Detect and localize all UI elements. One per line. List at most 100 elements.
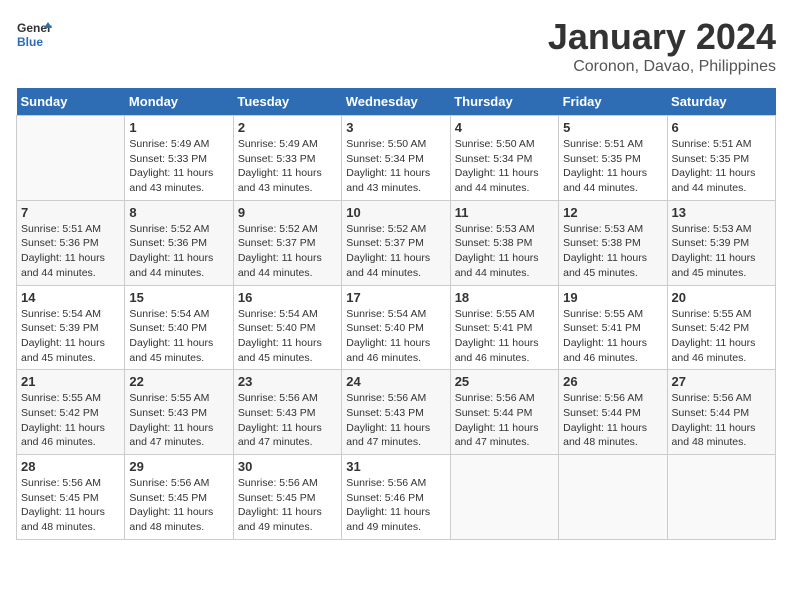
day-info: Sunrise: 5:55 AMSunset: 5:41 PMDaylight:… xyxy=(563,307,662,366)
calendar-cell: 31 Sunrise: 5:56 AMSunset: 5:46 PMDayligh… xyxy=(342,455,450,540)
calendar-cell: 5Sunrise: 5:51 AMSunset: 5:35 PMDaylight… xyxy=(559,116,667,201)
day-number: 26 xyxy=(563,374,662,389)
day-number: 9 xyxy=(238,205,337,220)
calendar-cell: 2 Sunrise: 5:49 AMSunset: 5:33 PMDaylight… xyxy=(233,116,341,201)
calendar-cell: 19Sunrise: 5:55 AMSunset: 5:41 PMDayligh… xyxy=(559,285,667,370)
day-number: 27 xyxy=(672,374,771,389)
calendar-cell: 4 Sunrise: 5:50 AMSunset: 5:34 PMDaylight… xyxy=(450,116,558,201)
day-header-sunday: Sunday xyxy=(17,88,125,116)
calendar-cell xyxy=(667,455,775,540)
day-info: Sunrise: 5:56 AMSunset: 5:44 PMDaylight:… xyxy=(672,391,771,450)
day-info: Sunrise: 5:55 AMSunset: 5:42 PMDaylight:… xyxy=(672,307,771,366)
calendar-cell: 9Sunrise: 5:52 AMSunset: 5:37 PMDaylight… xyxy=(233,200,341,285)
day-info: Sunrise: 5:54 AMSunset: 5:40 PMDaylight:… xyxy=(238,307,337,366)
day-number: 10 xyxy=(346,205,445,220)
day-number: 25 xyxy=(455,374,554,389)
calendar-cell: 21 Sunrise: 5:55 AMSunset: 5:42 PMDayligh… xyxy=(17,370,125,455)
day-number: 31 xyxy=(346,459,445,474)
calendar-cell: 14Sunrise: 5:54 AMSunset: 5:39 PMDayligh… xyxy=(17,285,125,370)
day-number: 13 xyxy=(672,205,771,220)
calendar-cell: 20 Sunrise: 5:55 AMSunset: 5:42 PMDayligh… xyxy=(667,285,775,370)
day-info: Sunrise: 5:53 AMSunset: 5:38 PMDaylight:… xyxy=(455,222,554,281)
calendar-cell: 3 Sunrise: 5:50 AMSunset: 5:34 PMDaylight… xyxy=(342,116,450,201)
calendar-cell: 25 Sunrise: 5:56 AMSunset: 5:44 PMDayligh… xyxy=(450,370,558,455)
day-info: Sunrise: 5:56 AMSunset: 5:44 PMDaylight:… xyxy=(455,391,554,450)
day-number: 4 xyxy=(455,120,554,135)
day-info: Sunrise: 5:53 AMSunset: 5:39 PMDaylight:… xyxy=(672,222,771,281)
day-info: Sunrise: 5:56 AMSunset: 5:46 PMDaylight:… xyxy=(346,476,445,535)
day-header-friday: Friday xyxy=(559,88,667,116)
day-info: Sunrise: 5:55 AMSunset: 5:43 PMDaylight:… xyxy=(129,391,228,450)
day-info: Sunrise: 5:53 AMSunset: 5:38 PMDaylight:… xyxy=(563,222,662,281)
logo-svg: General Blue xyxy=(16,16,52,52)
calendar-cell: 18Sunrise: 5:55 AMSunset: 5:41 PMDayligh… xyxy=(450,285,558,370)
day-info: Sunrise: 5:54 AMSunset: 5:40 PMDaylight:… xyxy=(346,307,445,366)
calendar-cell: 12 Sunrise: 5:53 AMSunset: 5:38 PMDayligh… xyxy=(559,200,667,285)
day-number: 15 xyxy=(129,290,228,305)
day-number: 29 xyxy=(129,459,228,474)
day-number: 21 xyxy=(21,374,120,389)
day-number: 1 xyxy=(129,120,228,135)
day-number: 7 xyxy=(21,205,120,220)
day-info: Sunrise: 5:49 AMSunset: 5:33 PMDaylight:… xyxy=(129,137,228,196)
calendar-cell: 6 Sunrise: 5:51 AMSunset: 5:35 PMDaylight… xyxy=(667,116,775,201)
header-row: SundayMondayTuesdayWednesdayThursdayFrid… xyxy=(17,88,776,116)
calendar-cell: 26Sunrise: 5:56 AMSunset: 5:44 PMDayligh… xyxy=(559,370,667,455)
calendar-cell: 29 Sunrise: 5:56 AMSunset: 5:45 PMDayligh… xyxy=(125,455,233,540)
title-area: January 2024 Coronon, Davao, Philippines xyxy=(548,16,776,76)
calendar-cell: 8 Sunrise: 5:52 AMSunset: 5:36 PMDaylight… xyxy=(125,200,233,285)
week-row-1: 1 Sunrise: 5:49 AMSunset: 5:33 PMDaylight… xyxy=(17,116,776,201)
day-info: Sunrise: 5:50 AMSunset: 5:34 PMDaylight:… xyxy=(346,137,445,196)
day-info: Sunrise: 5:55 AMSunset: 5:42 PMDaylight:… xyxy=(21,391,120,450)
day-number: 22 xyxy=(129,374,228,389)
week-row-4: 21 Sunrise: 5:55 AMSunset: 5:42 PMDayligh… xyxy=(17,370,776,455)
week-row-2: 7 Sunrise: 5:51 AMSunset: 5:36 PMDaylight… xyxy=(17,200,776,285)
day-number: 2 xyxy=(238,120,337,135)
day-info: Sunrise: 5:51 AMSunset: 5:35 PMDaylight:… xyxy=(563,137,662,196)
calendar-cell: 28Sunrise: 5:56 AMSunset: 5:45 PMDayligh… xyxy=(17,455,125,540)
main-title: January 2024 xyxy=(548,16,776,58)
day-number: 3 xyxy=(346,120,445,135)
day-number: 17 xyxy=(346,290,445,305)
day-number: 8 xyxy=(129,205,228,220)
day-info: Sunrise: 5:56 AMSunset: 5:43 PMDaylight:… xyxy=(238,391,337,450)
day-info: Sunrise: 5:49 AMSunset: 5:33 PMDaylight:… xyxy=(238,137,337,196)
logo: General Blue xyxy=(16,16,52,52)
day-info: Sunrise: 5:56 AMSunset: 5:45 PMDaylight:… xyxy=(129,476,228,535)
week-row-3: 14Sunrise: 5:54 AMSunset: 5:39 PMDayligh… xyxy=(17,285,776,370)
day-info: Sunrise: 5:54 AMSunset: 5:39 PMDaylight:… xyxy=(21,307,120,366)
calendar-cell: 22 Sunrise: 5:55 AMSunset: 5:43 PMDayligh… xyxy=(125,370,233,455)
day-info: Sunrise: 5:52 AMSunset: 5:36 PMDaylight:… xyxy=(129,222,228,281)
calendar-cell: 17 Sunrise: 5:54 AMSunset: 5:40 PMDayligh… xyxy=(342,285,450,370)
day-info: Sunrise: 5:56 AMSunset: 5:45 PMDaylight:… xyxy=(21,476,120,535)
calendar-cell: 30 Sunrise: 5:56 AMSunset: 5:45 PMDayligh… xyxy=(233,455,341,540)
calendar-cell: 23 Sunrise: 5:56 AMSunset: 5:43 PMDayligh… xyxy=(233,370,341,455)
day-number: 6 xyxy=(672,120,771,135)
calendar-table: SundayMondayTuesdayWednesdayThursdayFrid… xyxy=(16,88,776,540)
day-info: Sunrise: 5:52 AMSunset: 5:37 PMDaylight:… xyxy=(346,222,445,281)
day-number: 20 xyxy=(672,290,771,305)
day-number: 24 xyxy=(346,374,445,389)
day-header-saturday: Saturday xyxy=(667,88,775,116)
day-info: Sunrise: 5:51 AMSunset: 5:35 PMDaylight:… xyxy=(672,137,771,196)
day-info: Sunrise: 5:54 AMSunset: 5:40 PMDaylight:… xyxy=(129,307,228,366)
day-number: 11 xyxy=(455,205,554,220)
day-info: Sunrise: 5:55 AMSunset: 5:41 PMDaylight:… xyxy=(455,307,554,366)
day-info: Sunrise: 5:50 AMSunset: 5:34 PMDaylight:… xyxy=(455,137,554,196)
day-number: 23 xyxy=(238,374,337,389)
calendar-cell: 7 Sunrise: 5:51 AMSunset: 5:36 PMDaylight… xyxy=(17,200,125,285)
calendar-cell: 11 Sunrise: 5:53 AMSunset: 5:38 PMDayligh… xyxy=(450,200,558,285)
day-info: Sunrise: 5:51 AMSunset: 5:36 PMDaylight:… xyxy=(21,222,120,281)
subtitle: Coronon, Davao, Philippines xyxy=(548,58,776,76)
day-number: 30 xyxy=(238,459,337,474)
calendar-cell xyxy=(17,116,125,201)
day-header-monday: Monday xyxy=(125,88,233,116)
calendar-cell: 15 Sunrise: 5:54 AMSunset: 5:40 PMDayligh… xyxy=(125,285,233,370)
calendar-cell: 13 Sunrise: 5:53 AMSunset: 5:39 PMDayligh… xyxy=(667,200,775,285)
calendar-cell: 1 Sunrise: 5:49 AMSunset: 5:33 PMDaylight… xyxy=(125,116,233,201)
day-number: 12 xyxy=(563,205,662,220)
day-header-thursday: Thursday xyxy=(450,88,558,116)
day-header-wednesday: Wednesday xyxy=(342,88,450,116)
calendar-cell xyxy=(450,455,558,540)
day-info: Sunrise: 5:56 AMSunset: 5:45 PMDaylight:… xyxy=(238,476,337,535)
